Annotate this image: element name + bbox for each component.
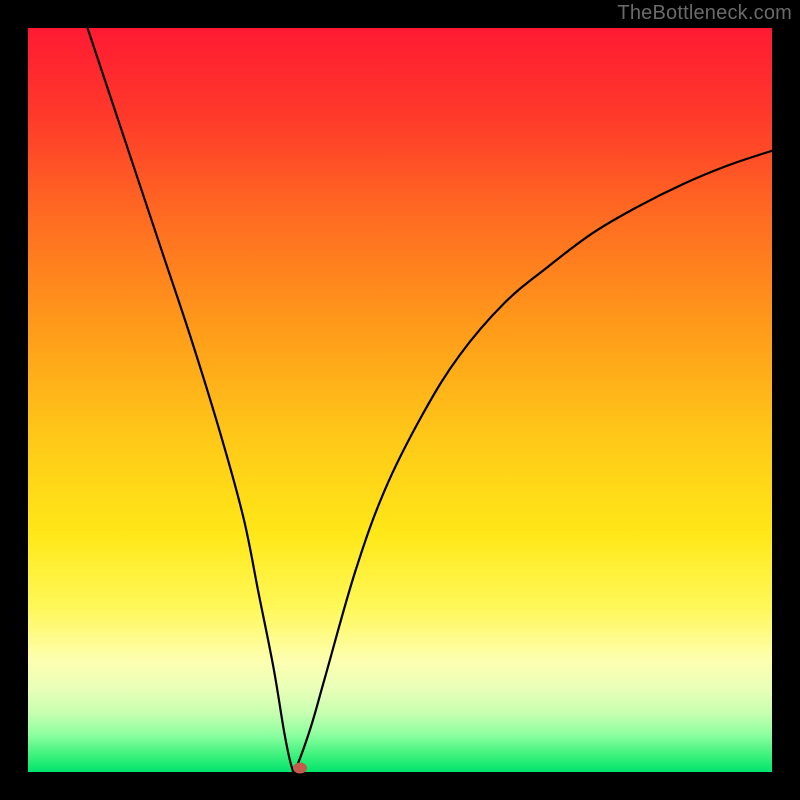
plot-area	[28, 28, 772, 772]
chart-frame: TheBottleneck.com	[0, 0, 800, 800]
watermark-text: TheBottleneck.com	[617, 2, 792, 25]
bottleneck-curve	[28, 28, 772, 772]
optimal-point-marker	[293, 763, 307, 774]
